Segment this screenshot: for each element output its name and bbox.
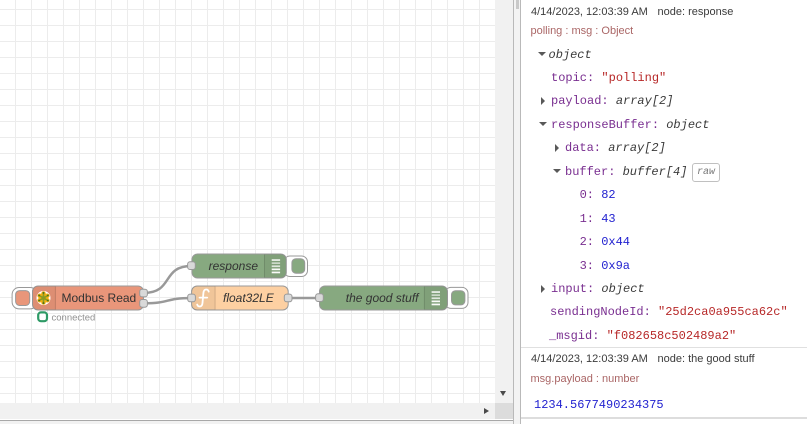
svg-text:Modbus Read: Modbus Read: [62, 291, 137, 305]
svg-text:response: response: [209, 259, 259, 273]
svg-text:float32LE: float32LE: [223, 291, 275, 305]
svg-text:the good stuff: the good stuff: [346, 291, 420, 305]
svg-text:connected: connected: [52, 312, 96, 323]
